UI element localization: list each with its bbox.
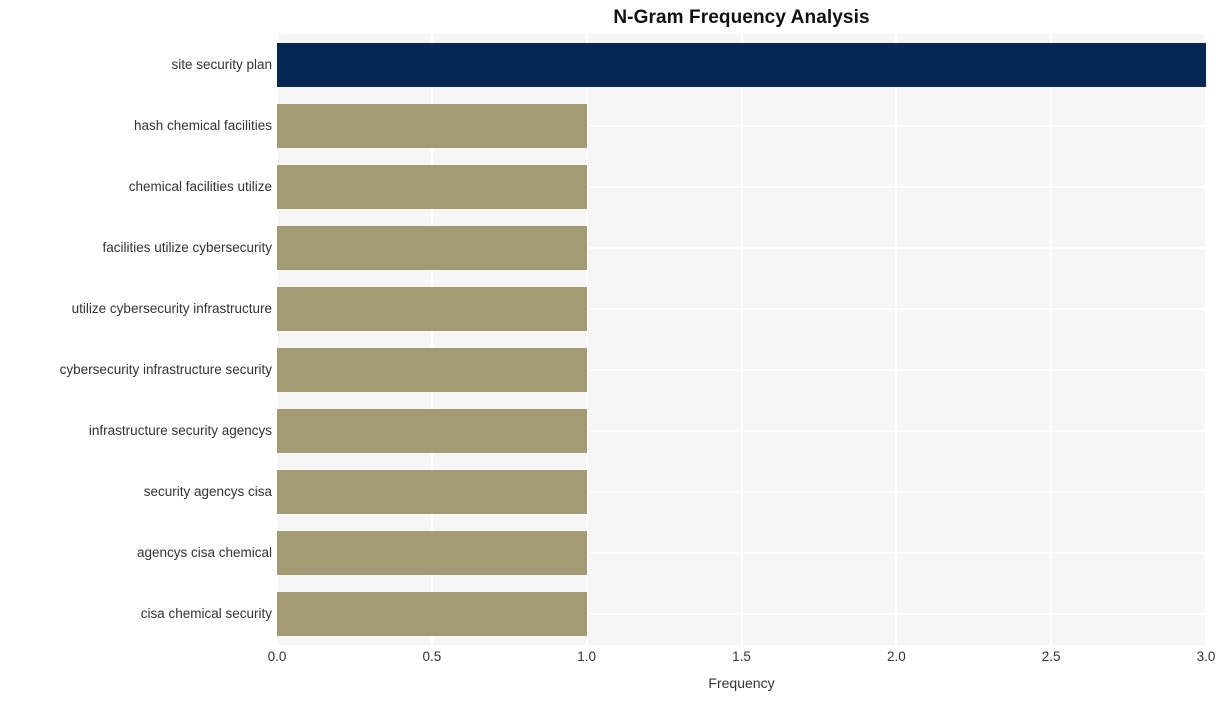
x-axis-tick-label: 0.0	[267, 649, 287, 664]
y-axis-tick-label: security agencys cisa	[143, 484, 272, 500]
bar[interactable]	[277, 531, 587, 576]
bar[interactable]	[277, 348, 587, 393]
plot-area	[277, 34, 1206, 645]
x-axis-tick-label: 2.5	[1041, 649, 1061, 664]
x-axis-tick-label: 0.5	[422, 649, 442, 664]
bar[interactable]	[277, 42, 1206, 87]
y-axis-tick-label: infrastructure security agencys	[88, 423, 272, 439]
bar[interactable]	[277, 286, 587, 331]
y-axis-tick-labels: site security plan hash chemical faciliti…	[0, 34, 272, 645]
y-axis-tick-label: utilize cybersecurity infrastructure	[71, 300, 272, 316]
y-axis-tick-label: agencys cisa chemical	[136, 545, 272, 561]
bar[interactable]	[277, 592, 587, 637]
x-axis-tick-labels: 0.0 0.5 1.0 1.5 2.0 2.5 3.0	[268, 648, 1216, 668]
x-axis-tick-label: 3.0	[1196, 649, 1216, 664]
y-axis-tick-label: site security plan	[171, 56, 272, 72]
x-axis-tick-label: 1.0	[577, 649, 597, 664]
x-axis-tick-label: 1.5	[732, 649, 751, 664]
bar[interactable]	[277, 470, 587, 515]
bar[interactable]	[277, 225, 587, 270]
y-axis-tick-label: chemical facilities utilize	[128, 178, 272, 194]
chart-figure: N-Gram Frequency Analysis site security …	[0, 0, 1216, 701]
chart-title: N-Gram Frequency Analysis	[613, 7, 870, 28]
y-axis-tick-label: facilities utilize cybersecurity	[102, 239, 272, 255]
bar[interactable]	[277, 409, 587, 454]
x-axis-label: Frequency	[708, 675, 775, 691]
x-axis-tick-label: 2.0	[886, 649, 906, 664]
bar[interactable]	[277, 103, 587, 148]
bar[interactable]	[277, 164, 587, 209]
y-axis-tick-label: cisa chemical security	[140, 606, 272, 622]
y-axis-tick-label: hash chemical facilities	[133, 117, 272, 133]
y-axis-tick-label: cybersecurity infrastructure security	[59, 362, 272, 378]
